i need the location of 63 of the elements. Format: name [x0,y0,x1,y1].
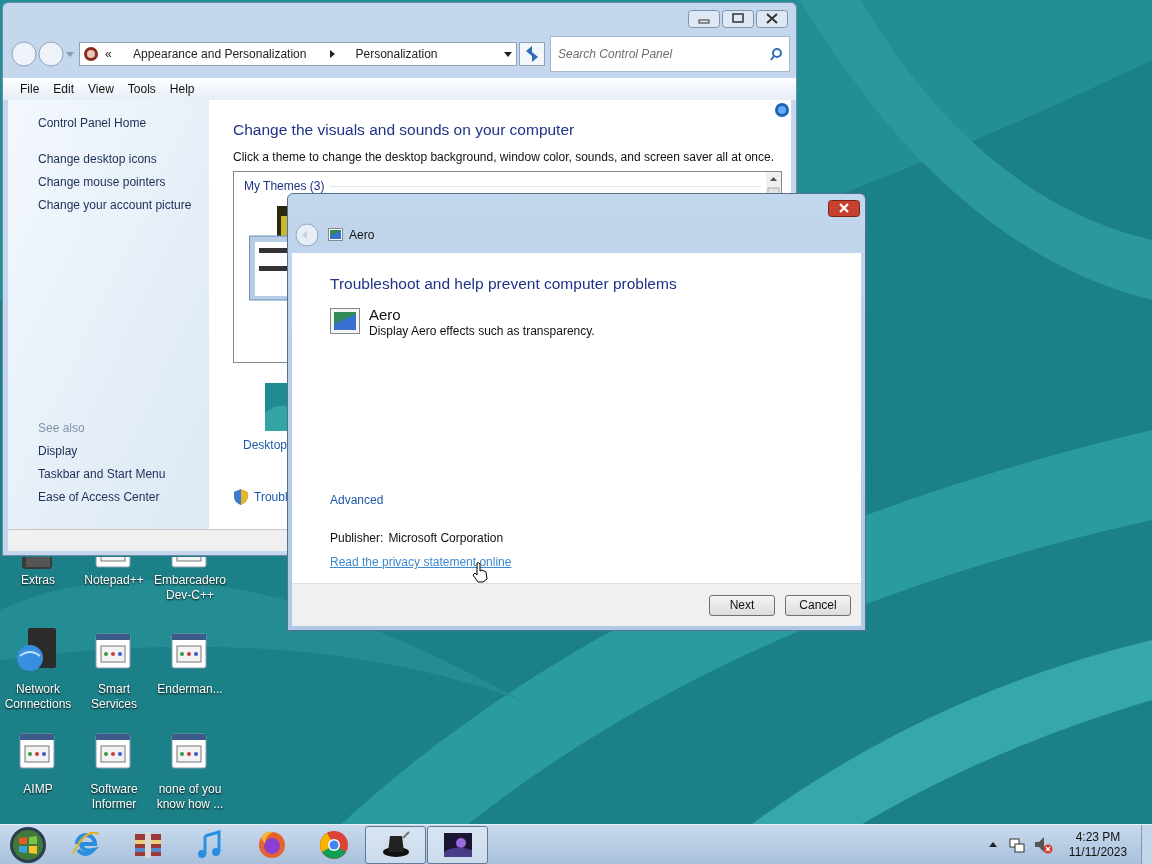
sidebar-link[interactable]: Ease of Access Center [38,488,209,511]
menu-item[interactable]: File [13,80,47,98]
close-button[interactable] [828,200,860,217]
close-button[interactable] [756,10,788,28]
desktop-icon-label[interactable]: Smart Services [76,682,152,712]
menu-item[interactable]: Help [162,80,202,98]
breadcrumb-arrow-icon[interactable] [330,50,336,58]
search-field[interactable]: Search Control Panel [550,36,790,72]
address-bar[interactable]: « Appearance and Personalization Personalization [79,42,517,66]
volume-muted-icon[interactable] [1034,835,1053,854]
menu-item[interactable]: Tools [120,80,163,98]
start-button[interactable] [9,825,47,864]
desktop-icon-label[interactable]: Network Connections [0,682,76,712]
desktop-icon-label[interactable]: Embarcadero Dev-C++ [152,573,228,603]
maximize-button[interactable] [722,10,754,28]
sidebar-link[interactable]: Change mouse pointers [38,173,209,196]
publisher-label: Publisher: [330,530,384,547]
item-description: Display Aero effects such as transparency. [369,324,595,339]
desktop-icon-label[interactable]: Extras [0,573,76,588]
breadcrumb-item[interactable]: Appearance and Personalization [133,45,307,63]
tray-expand-icon[interactable] [989,841,997,848]
sidebar-link[interactable]: Change desktop icons [38,150,209,173]
sidebar-link[interactable]: Change your account picture [38,196,209,219]
shield-icon [234,489,248,505]
help-icon[interactable] [775,103,789,117]
dialog-title: Aero [349,226,375,244]
dialog-button[interactable]: Next [709,594,775,616]
show-desktop-button[interactable] [1141,824,1152,864]
setting-link[interactable]: Desktop [243,436,288,454]
sidebar-link[interactable]: Display [38,442,209,465]
breadcrumb-overflow[interactable]: « [105,45,133,63]
minimize-button[interactable] [688,10,720,28]
address-dropdown-icon[interactable] [504,51,512,57]
taskbar-button[interactable] [427,825,488,864]
dialog-heading: Troubleshoot and help prevent computer problems [330,274,677,294]
section-label: See also [38,420,86,437]
desktop-icon-label[interactable]: none of you know how ... [152,782,228,812]
aero-icon [328,228,343,241]
desktop-icon-label[interactable]: Notepad++ [76,573,152,588]
page-description: Click a theme to change the desktop background, window color, sounds, and screen saver all at once. [233,149,775,166]
network-icon[interactable] [1009,836,1025,853]
sidebar-link[interactable]: Control Panel Home [38,114,209,136]
troubleshoot-link[interactable]: Troubl [254,488,288,506]
advanced-link[interactable]: Advanced [330,491,384,509]
page-heading: Change the visuals and sounds on your computer [233,120,576,140]
aero-icon [330,308,360,334]
item-title: Aero [369,305,402,324]
menu-item[interactable]: View [81,80,121,98]
control-panel-icon [83,46,99,62]
search-icon[interactable] [770,48,782,61]
menu-item[interactable]: Edit [46,80,82,98]
breadcrumb-item[interactable]: Personalization [355,45,438,63]
sidebar-link[interactable]: Taskbar and Start Menu [38,465,209,488]
refresh-button[interactable] [519,42,545,66]
desktop-icon-label[interactable]: Software Informer [76,782,152,812]
publisher-name: Microsoft Corporation [388,530,504,547]
privacy-link[interactable]: Read the privacy statement online [330,553,512,571]
desktop-icon-label[interactable]: Enderman... [152,682,228,697]
clock[interactable]: 4:23 PM 11/11/2023 [1067,829,1129,860]
dialog-button[interactable]: Cancel [785,594,851,616]
group-header: My Themes (3) [244,178,325,195]
taskbar-button[interactable] [365,825,426,864]
desktop-icon-label[interactable]: AIMP [0,782,76,797]
